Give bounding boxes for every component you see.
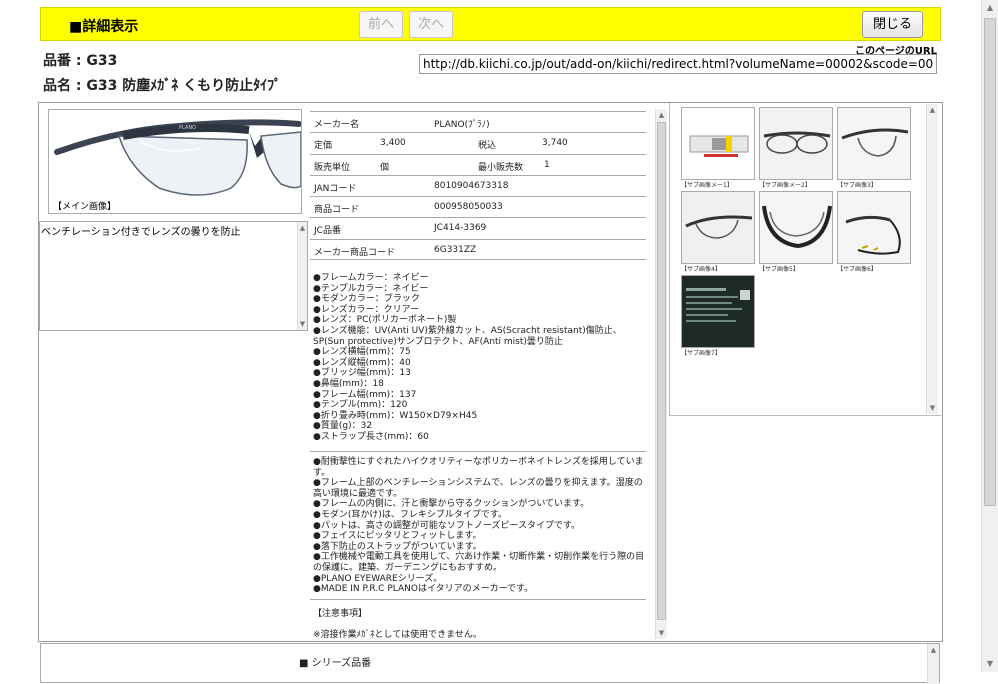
point-item: ●パットは、高さの調整が可能なソフトノーズピースタイプです。 (313, 520, 581, 531)
scroll-up-icon[interactable]: ▲ (656, 110, 667, 120)
point-item: ●フレームの内側に、汗と衝撃から守るクッションがついています。 (313, 499, 590, 510)
feature-item: ●レンズ機能：UV(Anti UV)紫外線カット、AS(Scracht resi… (313, 325, 622, 347)
thumbnail-image (760, 192, 832, 263)
scroll-down-icon[interactable]: ▼ (927, 403, 938, 413)
spec-row-jan: JANコード 8010904673318 (310, 174, 646, 196)
description-box[interactable]: ベンチレーション付きでレンズの曇りを防止 ▲ ▼ (39, 221, 308, 331)
point-item: ●モダン(耳かけ)は、フレキシブルタイプです。 (313, 509, 507, 520)
detail-panel: PLANO 【メイン画像】 ベンチレーション付きでレンズの曇りを防止 ▲ ▼ メ… (38, 102, 943, 642)
spec-row-code: 商品コード 000958050033 (310, 196, 646, 217)
feature-item: ●フレームカラー：ネイビー (313, 273, 429, 283)
close-button[interactable]: 閉じる (861, 11, 923, 38)
feature-item: ●折り畳み時(mm)：W150×D79×H45 (313, 410, 478, 421)
product-number: 品番 : G33 (43, 53, 118, 69)
thumbnail-image (760, 108, 832, 179)
series-label: ■ シリーズ品番 (299, 658, 372, 669)
product-name: 品名 : G33 防塵ﾒｶﾞﾈ くもり防止ﾀｲﾌﾟ (43, 78, 282, 94)
feature-item: ●レンズ横幅(mm)：75 (313, 347, 411, 358)
series-panel: ■ シリーズ品番 ▲ (40, 643, 940, 684)
description-scrollbar[interactable]: ▲ ▼ (297, 222, 307, 330)
thumbnail-image (838, 108, 910, 179)
feature-item: ●レンズカラー：クリアー (313, 304, 420, 315)
thumbnail-image (682, 276, 754, 347)
thumbnail-label: 【サブ画像メー1】 (681, 182, 733, 189)
point-item: ●フェイスにピッタリとフィットします。 (313, 531, 482, 542)
thumbnail-label: 【サブ画像3】 (837, 182, 877, 189)
scroll-up-icon[interactable]: ▲ (982, 3, 998, 13)
thumbnail-7[interactable] (681, 275, 755, 348)
point-item: ●工作機械や電動工具を使用して、穴あけ作業・切断作業・切削作業を行う際の目の保護… (313, 552, 645, 573)
thumbnail-label: 【サブ画像5】 (759, 266, 799, 273)
thumbnail-image (838, 192, 910, 263)
feature-list: ●フレームカラー：ネイビー ●テンプルカラー：ネイビー ●モダンカラー：ブラック… (313, 273, 647, 443)
scroll-down-icon[interactable]: ▼ (298, 319, 307, 329)
feature-item: ●レンズ縦幅(mm)：40 (313, 357, 411, 368)
thumbnail-1[interactable] (681, 107, 755, 180)
spec-row-maker-code: メーカー商品コード 6G331ZZ (310, 238, 646, 261)
feature-item: ●テンプル(mm)：120 (313, 400, 408, 411)
feature-item: ●ブリッジ幅(mm)：13 (313, 368, 411, 379)
spec-row-jc: JC品番 JC414-3369 (310, 217, 646, 238)
thumbnail-3[interactable] (837, 107, 911, 180)
scroll-up-icon[interactable]: ▲ (927, 105, 938, 115)
point-item: ●耐衝撃性にすぐれたハイクオリティーなポリカーボネイトレンズを採用しています。 (313, 457, 644, 478)
thumbnail-label: 【サブ画像7】 (681, 350, 721, 357)
prev-button[interactable]: 前へ (359, 11, 404, 38)
spec-row-unit: 販売単位 個 最小販売数 1 (310, 153, 646, 175)
scroll-up-icon[interactable]: ▲ (928, 645, 939, 655)
point-item: ●PLANO EYEWAREシリーズ。 (313, 573, 443, 584)
thumbnail-image (689, 135, 749, 157)
thumbnail-2[interactable] (759, 107, 833, 180)
thumbnail-label: 【サブ画像6】 (837, 266, 877, 273)
scroll-down-icon[interactable]: ▼ (656, 628, 667, 638)
url-field[interactable] (419, 54, 937, 74)
svg-text:PLANO: PLANO (179, 125, 196, 131)
window-scrollbar[interactable]: ▲ ▼ (981, 0, 998, 672)
thumbnail-5[interactable] (759, 191, 833, 264)
main-image-label: 【メイン画像】 (53, 202, 117, 212)
notes-heading: 【注意事項】 (313, 609, 368, 619)
description-text: ベンチレーション付きでレンズの曇りを防止 (41, 227, 241, 238)
spec-table: メーカー名 PLANO(ﾌﾟﾗﾉ) 定価 3,400 税込 3,740 販売単位… (310, 111, 646, 261)
point-item: ●落下防止のストラップがついています。 (313, 541, 482, 552)
header-bar: ■詳細表示 前へ 次へ 閉じる (40, 7, 941, 41)
thumbnail-label: 【サブ画像4】 (681, 266, 721, 273)
feature-item: ●フレーム幅(mm)：137 (313, 389, 417, 400)
thumbnail-4[interactable] (681, 191, 755, 264)
spec-row-price: 定価 3,400 税込 3,740 (310, 132, 646, 153)
series-scrollbar[interactable]: ▲ (927, 644, 939, 684)
feature-item: ●モダンカラー：ブラック (313, 294, 420, 305)
page-title: ■詳細表示 (69, 19, 139, 35)
scroll-thumb[interactable] (984, 18, 996, 506)
feature-item: ●レンズ：PC(ポリカーボネート)製 (313, 315, 457, 326)
thumbnail-image (682, 192, 754, 263)
selling-points: ●耐衝撃性にすぐれたハイクオリティーなポリカーボネイトレンズを採用しています。 … (313, 457, 647, 595)
section-divider (310, 599, 646, 600)
next-button[interactable]: 次へ (409, 11, 454, 38)
detail-scrollbar[interactable]: ▲ ▼ (655, 109, 667, 639)
main-image[interactable]: PLANO 【メイン画像】 (48, 109, 302, 214)
notes-text: ※溶接作業ﾒｶﾞﾈとしては使用できません。 (313, 630, 482, 640)
scroll-up-icon[interactable]: ▲ (298, 223, 307, 233)
point-item: ●MADE IN P.R.C PLANOはイタリアのメーカーです。 (313, 584, 534, 595)
feature-item: ●ストラップ長さ(mm)：60 (313, 431, 429, 442)
feature-item: ●テンプルカラー：ネイビー (313, 283, 429, 294)
thumbnail-label: 【サブ画像メー2】 (759, 182, 811, 189)
point-item: ●フレーム上部のベンチレーションシステムで、レンズの曇りを抑えます。湿度の高い環… (313, 478, 643, 499)
scroll-down-icon[interactable]: ▼ (982, 659, 998, 669)
section-divider (310, 451, 646, 452)
thumbnail-6[interactable] (837, 191, 911, 264)
feature-item: ●質量(g)：32 (313, 421, 373, 432)
spec-row-maker: メーカー名 PLANO(ﾌﾟﾗﾉ) (310, 111, 646, 132)
feature-item: ●鼻幅(mm)：18 (313, 378, 384, 389)
scroll-thumb[interactable] (657, 122, 666, 620)
thumbnail-scrollbar[interactable]: ▲ ▼ (926, 104, 938, 414)
